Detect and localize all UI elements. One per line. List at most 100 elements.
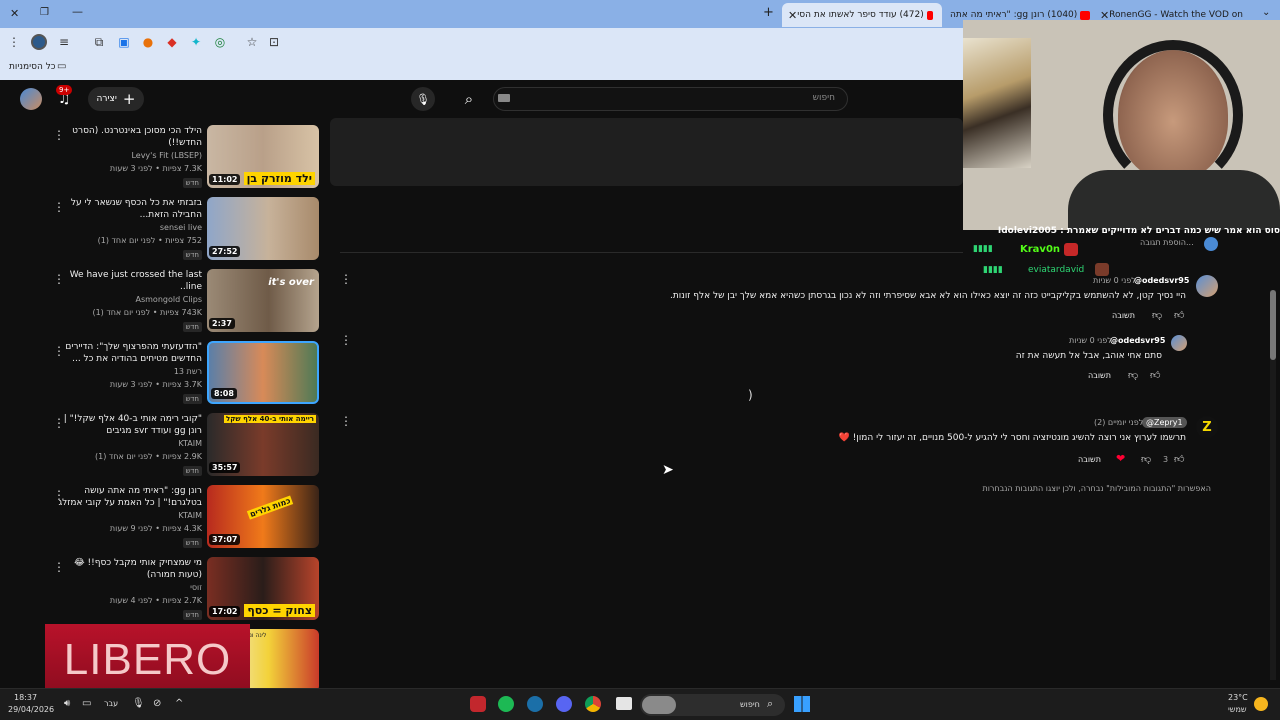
comment-author[interactable]: @odedsvr95 (1110, 336, 1165, 345)
like-icon[interactable]: 👍︎ (1150, 369, 1160, 381)
language-indicator[interactable]: עבר (104, 699, 118, 708)
microphone-icon[interactable]: 🎙︎ (132, 698, 145, 709)
chrome-icon[interactable] (585, 696, 601, 712)
create-button[interactable]: יצירה + (88, 87, 144, 111)
reply-button[interactable]: תשובה (1078, 455, 1101, 464)
more-options-icon[interactable]: ⋮ (340, 333, 352, 347)
spotify-icon[interactable] (498, 696, 514, 712)
close-window-icon[interactable]: ✕ (10, 7, 19, 20)
video-title[interactable]: הילד הכי מסוכן באינטרנט. (הסרט החדש!!) (57, 125, 202, 149)
new-tab-icon[interactable]: + (763, 5, 774, 20)
video-title[interactable]: רונן gg: "ראיתי מה אתה עושה בטלגרם!" | כ… (57, 485, 202, 509)
create-label: יצירה (96, 94, 117, 104)
dislike-icon[interactable]: 👎︎ (1152, 309, 1162, 321)
extension-icon[interactable]: ◎ (212, 35, 228, 49)
cast-icon[interactable]: ⊡ (266, 35, 282, 49)
weather-desc[interactable]: שמשי (1228, 705, 1247, 714)
clock-date[interactable]: 29/04/2026 (8, 705, 54, 714)
menu-kebab-icon[interactable]: ⋮ (6, 35, 22, 49)
channel-name[interactable]: Levy's Fit (LBSEP) (131, 151, 202, 160)
steam-icon[interactable] (527, 696, 543, 712)
video-thumbnail[interactable]: כמות גלרים 37:07 (207, 485, 319, 548)
reply-button[interactable]: תשובה (1112, 311, 1135, 320)
extensions-icon[interactable]: ⧉ (91, 35, 107, 49)
video-title[interactable]: "קובי רימה אותי ב-40 אלף שקל!" | רונן gg… (57, 413, 202, 437)
video-thumbnail[interactable]: ילד מוזרק בן 11:02 (207, 125, 319, 188)
list-item[interactable]: ⋮ צחוק = כסף 17:02 מי שמצחיק אותי מקבל כ… (45, 557, 320, 623)
comment-avatar[interactable]: Z (1196, 416, 1218, 438)
keyboard-icon[interactable] (498, 94, 510, 102)
channel-name[interactable]: זוסי (190, 583, 202, 592)
extension-icon[interactable]: ● (140, 35, 156, 49)
restore-window-icon[interactable]: ❐ (40, 7, 49, 18)
avatar[interactable] (20, 88, 42, 110)
list-item[interactable]: ⋮ 27:52 בזבזתי את כל הכסף שנשאר לי על הח… (45, 197, 320, 263)
channel-name[interactable]: רשת 13 (174, 367, 202, 376)
close-tab-icon[interactable]: ✕ (788, 9, 797, 22)
channel-name[interactable]: KTAIM (178, 439, 202, 448)
comment-avatar[interactable] (1171, 335, 1187, 351)
like-icon[interactable]: 👍︎ (1174, 453, 1184, 465)
discord-icon[interactable] (556, 696, 572, 712)
list-item[interactable]: ⋮ it's over 2:37 We have just crossed th… (45, 269, 320, 335)
scrollbar[interactable] (1270, 290, 1276, 680)
like-icon[interactable]: 👍︎ (1174, 309, 1184, 321)
taskbar-search[interactable]: חיפוש ⌕ (640, 694, 785, 716)
video-thumbnail[interactable]: צחוק = כסף 17:02 (207, 557, 319, 620)
network-icon[interactable]: ▭ (82, 698, 91, 709)
mute-icon[interactable]: ⊘ (153, 698, 161, 709)
clock-time[interactable]: 18:37 (14, 693, 37, 702)
tab-search-icon[interactable]: ⌄ (1262, 7, 1270, 18)
video-thumbnail[interactable]: 27:52 (207, 197, 319, 260)
extension-icon[interactable]: ▣ (116, 35, 132, 49)
dislike-icon[interactable]: 👎︎ (1128, 369, 1138, 381)
extension-icon[interactable]: ✦ (188, 35, 204, 49)
file-explorer-icon[interactable] (616, 697, 632, 710)
video-thumbnail[interactable]: 8:08 (207, 341, 319, 404)
zepry-logo-icon: Z (1202, 419, 1212, 435)
video-title[interactable]: We have just crossed the last line.. (57, 269, 202, 293)
windows-start-icon[interactable] (794, 696, 810, 712)
video-title[interactable]: בזבזתי את כל הכסף שנשאר לי על החבילה הזא… (57, 197, 202, 221)
minimize-window-icon[interactable]: — (72, 5, 83, 18)
bookmark-star-icon[interactable]: ☆ (244, 35, 260, 49)
video-thumbnail[interactable]: ריימה אותי ב-40 אלף שקל 35:57 (207, 413, 319, 476)
search-button[interactable]: ⌕ (457, 87, 481, 111)
video-meta: 2.9K צפיות • לפני יום אחד (1) (94, 452, 202, 461)
chat-badges: ▮▮▮▮ (973, 244, 993, 254)
voice-search-button[interactable]: 🎙 (411, 87, 435, 111)
all-bookmarks-link[interactable]: כל הסימניות (9, 62, 56, 72)
volume-icon[interactable]: 🔊︎ (64, 698, 70, 709)
list-item[interactable]: ⋮ 8:08 "הזדעזעתי מהפרצוף שלך": הדיירים ה… (45, 341, 320, 407)
add-comment-placeholder[interactable]: הוספת תגובה... (1140, 238, 1194, 247)
comment-author[interactable]: @odedsvr95 (1134, 276, 1189, 285)
list-item[interactable]: ⋮ כמות גלרים 37:07 רונן gg: "ראיתי מה את… (45, 485, 320, 551)
more-options-icon[interactable]: ⋮ (340, 272, 352, 286)
more-options-icon[interactable]: ⋮ (340, 414, 352, 428)
comment-avatar[interactable] (1196, 275, 1218, 297)
list-item[interactable]: ⋮ ילד מוזרק בן 11:02 הילד הכי מסוכן באינ… (45, 125, 320, 191)
tray-icon[interactable]: ^ (175, 698, 183, 709)
weather-temp[interactable]: 23°C (1228, 693, 1248, 702)
reading-list-icon[interactable]: ≡ (56, 35, 72, 49)
chat-message: סוס הוא אמר שיש כמה דברים לא מדוייקים שא… (997, 226, 1280, 236)
profile-icon[interactable] (31, 34, 47, 50)
app-icon[interactable] (470, 696, 486, 712)
dislike-icon[interactable]: 👎︎ (1141, 453, 1151, 465)
list-item[interactable]: ⋮ ריימה אותי ב-40 אלף שקל 35:57 "קובי רי… (45, 413, 320, 479)
extension-icon[interactable]: ◆ (164, 35, 180, 49)
chat-line: סוס הוא אמר שיש כמה דברים לא מדוייקים שא… (998, 226, 1280, 236)
reply-button[interactable]: תשובה (1088, 371, 1111, 380)
comment-author[interactable]: @Zepry1 (1142, 417, 1187, 428)
channel-name[interactable]: Asmongold Clips (136, 295, 203, 304)
browser-tab-active[interactable]: (472) עודד סיפר לאשתו את הסי ✕ (782, 3, 942, 27)
search-input[interactable]: חיפוש (493, 87, 848, 111)
video-title[interactable]: מי שמצחיק אותי מקבל כסף!! 😂 (טעות חמורה) (57, 557, 202, 581)
notifications-button[interactable]: ♫ 9+ (56, 85, 78, 108)
video-thumbnail[interactable]: it's over 2:37 (207, 269, 319, 332)
notification-badge: 9+ (56, 85, 73, 95)
scrollbar-thumb[interactable] (1270, 290, 1276, 360)
video-title[interactable]: "הזדעזעתי מהפרצוף שלך": הדיירים החדשים מ… (57, 341, 202, 365)
channel-name[interactable]: KTAIM (178, 511, 202, 520)
channel-name[interactable]: sensei live (160, 223, 202, 232)
